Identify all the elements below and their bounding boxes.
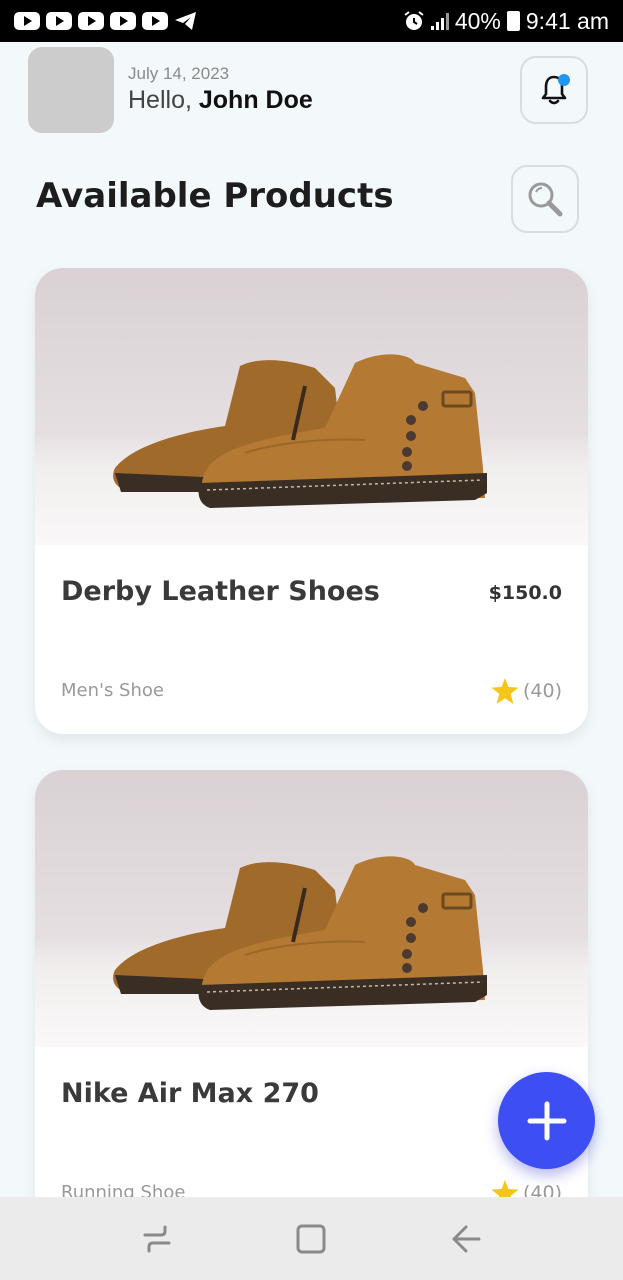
- back-icon: [452, 1225, 481, 1252]
- youtube-icon: [46, 12, 72, 30]
- youtube-icon: [78, 12, 104, 30]
- boots-image: [113, 856, 487, 1010]
- product-price: $150.0: [488, 582, 562, 604]
- rating-count: (40): [522, 680, 562, 702]
- current-date: July 14, 2023: [128, 64, 230, 83]
- greeting-prefix: Hello,: [128, 86, 199, 114]
- product-category: Men's Shoe: [61, 680, 164, 701]
- notification-badge: [558, 74, 570, 86]
- add-product-button[interactable]: [498, 1072, 595, 1169]
- page-title: Available Products: [36, 176, 394, 216]
- product-image: [35, 268, 588, 545]
- star-icon: [491, 678, 519, 704]
- product-name: Derby Leather Shoes: [61, 576, 380, 607]
- greeting: Hello, John Doe: [128, 86, 313, 115]
- product-card[interactable]: Nike Air Max 270 $ Running Shoe (40): [35, 770, 588, 1236]
- system-nav-bar: [0, 1197, 623, 1280]
- notifications-button[interactable]: [520, 56, 588, 124]
- product-rating: (40): [491, 678, 562, 704]
- user-name: John Doe: [198, 86, 313, 114]
- product-name: Nike Air Max 270: [61, 1078, 319, 1109]
- status-bar-system: 40% 9:41 am: [403, 8, 609, 35]
- plus-icon: [527, 1101, 566, 1140]
- recent-apps-icon: [143, 1225, 171, 1252]
- status-bar: 40% 9:41 am: [0, 0, 623, 42]
- youtube-icon: [110, 12, 136, 30]
- recent-apps-button[interactable]: [137, 1219, 177, 1259]
- status-bar-notifications: [14, 11, 198, 31]
- search-button[interactable]: [511, 165, 579, 233]
- alarm-icon: [404, 11, 424, 30]
- back-button[interactable]: [446, 1219, 486, 1259]
- clock: 9:41 am: [525, 7, 609, 34]
- avatar[interactable]: [28, 47, 114, 133]
- signal-icon: [430, 12, 449, 30]
- battery-percent: 40%: [454, 7, 501, 34]
- battery-icon: [506, 11, 520, 31]
- youtube-icon: [14, 12, 40, 30]
- youtube-icon: [142, 12, 168, 30]
- product-card[interactable]: Derby Leather Shoes $150.0 Men's Shoe (4…: [35, 268, 588, 734]
- home-button[interactable]: [291, 1219, 331, 1259]
- telegram-icon: [175, 12, 196, 30]
- search-icon: [528, 182, 563, 217]
- boots-image: [113, 354, 487, 508]
- home-icon: [296, 1224, 326, 1253]
- product-image: [35, 770, 588, 1047]
